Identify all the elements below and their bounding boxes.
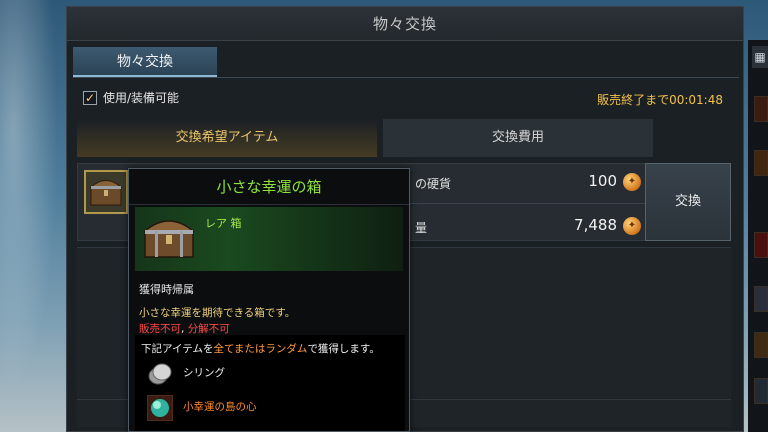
side-item-slot[interactable] [754,332,768,358]
cost-line-coin: の硬貨 100 ✦ [385,169,645,197]
column-header-wanted-item: 交換希望アイテム [77,119,377,157]
restriction-not-sellable: 販売不可 [139,323,181,335]
coin-icon: ✦ [623,173,641,191]
reward-box: 下記アイテムを全てまたはランダムで獲得します。 シリング 小幸運の島の心 [135,335,405,431]
tooltip-item-name: 小さな幸運の箱 [129,169,409,205]
usable-filter[interactable]: ✓ 使用/装備可能 [83,89,179,106]
coin-icon: ✦ [623,217,641,235]
reward-note-prefix: 下記アイテムを [141,343,214,355]
cost-value: 100 [588,172,617,190]
cost-line-owned: 量 7,488 ✦ [385,213,645,241]
reward-note: 下記アイテムを全てまたはランダムで獲得します。 [141,341,380,356]
sale-end-timer: 販売終了まで00:01:48 [597,93,723,107]
side-item-slot[interactable] [754,286,768,312]
cost-divider [385,203,647,204]
side-item-slot[interactable] [754,96,768,122]
cost-label: 量 [415,221,428,235]
column-header-exchange-cost: 交換費用 [383,119,653,157]
usable-filter-label: 使用/装備可能 [103,91,180,105]
tooltip-restrictions: 販売不可, 分解不可 [139,321,230,336]
side-item-slot[interactable] [754,232,768,258]
side-item-slot[interactable] [754,150,768,176]
restriction-separator: , [181,323,185,335]
shilling-coins-icon [148,363,172,385]
background-sky [0,0,66,432]
item-slot[interactable] [84,170,128,214]
tooltip-binding: 獲得時帰属 [139,283,194,296]
item-tooltip: 小さな幸運の箱 レア 箱 獲得時帰属 小さな幸運を期待できる箱です。 販売不可,… [128,168,410,432]
tooltip-description: 小さな幸運を期待できる箱です。 [139,307,296,319]
reward-label: シリング [183,367,225,379]
treasure-chest-icon [142,220,196,258]
tooltip-header: レア 箱 [135,207,403,271]
restriction-not-dismantlable: 分解不可 [187,323,230,335]
reward-note-suffix: で獲得します。 [307,343,380,355]
grid-view-icon[interactable]: ▦ [752,46,768,68]
island-heart-orb-icon [147,395,173,421]
exchange-button[interactable]: 交換 [645,163,731,241]
cost-label: の硬貨 [415,177,452,191]
cost-value: 7,488 [574,216,617,234]
window-title: 物々交換 [67,7,743,41]
side-item-slot[interactable] [754,378,768,404]
treasure-chest-icon [89,180,123,206]
reward-label: 小幸運の島の心 [183,401,257,413]
tab-divider [73,77,739,78]
reward-note-highlight: 全てまたはランダム [213,343,308,355]
tooltip-grade: レア 箱 [205,217,242,230]
tab-barter[interactable]: 物々交換 [73,47,217,77]
usable-checkbox[interactable]: ✓ [83,90,97,105]
